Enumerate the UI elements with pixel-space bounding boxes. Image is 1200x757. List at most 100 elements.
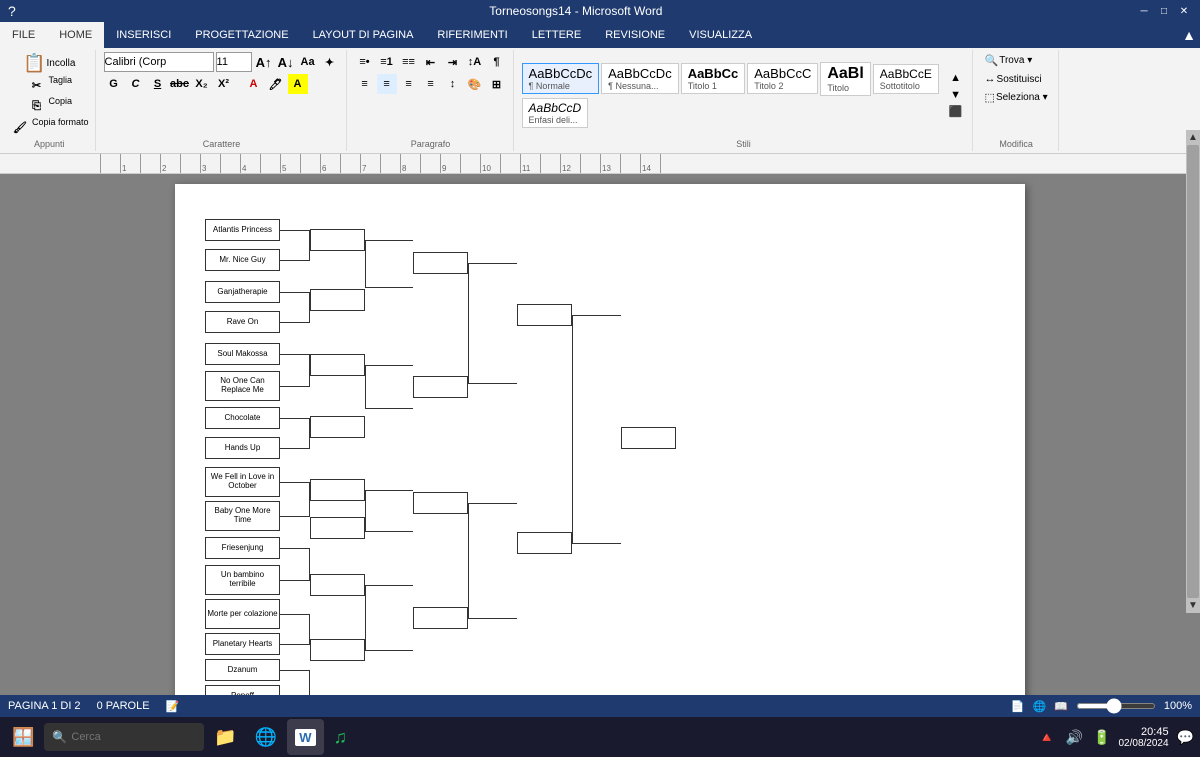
line-r1-12 [280, 580, 310, 581]
font-color-button[interactable]: A [244, 74, 264, 94]
line-r1-v1 [309, 230, 310, 261]
bold-button[interactable]: G [104, 74, 124, 94]
copia-button[interactable]: ⎘ [27, 96, 47, 116]
superscript-button[interactable]: X² [214, 74, 234, 94]
r2-3 [310, 354, 365, 376]
document-page[interactable]: Atlantis Princess Mr. Nice Guy Ganjather… [175, 184, 1025, 695]
shading-button[interactable]: A [288, 74, 308, 94]
proofing-icon[interactable]: 📝 [166, 700, 180, 713]
r3-3 [413, 492, 468, 514]
styles-down-button[interactable]: ▼ [946, 86, 966, 103]
sort-button[interactable]: ↕A [465, 52, 485, 72]
start-button[interactable]: 🪟 [4, 719, 42, 755]
tab-progettazione[interactable]: PROGETTAZIONE [183, 22, 300, 48]
line-r3-h1b [468, 383, 517, 384]
group-modifica-label: Modifica [999, 139, 1033, 149]
view-read-icon[interactable]: 📖 [1054, 700, 1068, 713]
notification-icon[interactable]: 💬 [1175, 727, 1196, 748]
borders-button[interactable]: ⊞ [487, 74, 507, 94]
align-left-button[interactable]: ≡ [355, 74, 375, 94]
style-enfasi[interactable]: AaBbCcD Enfasi deli... [522, 98, 589, 128]
scroll-thumb[interactable] [1187, 174, 1199, 598]
chrome-button[interactable]: 🌐 [247, 719, 285, 755]
style-sottotitolo[interactable]: AaBbCcE Sottotitolo [873, 64, 939, 94]
style-titolo2[interactable]: AaBbCcC Titolo 2 [747, 63, 818, 94]
align-right-button[interactable]: ≡ [399, 74, 419, 94]
battery-icon[interactable]: 🔋 [1091, 727, 1112, 748]
italic-button[interactable]: C [126, 74, 146, 94]
underline-button[interactable]: S [148, 74, 168, 94]
tab-visualizza[interactable]: VISUALIZZA [677, 22, 764, 48]
tab-layout[interactable]: LAYOUT DI PAGINA [301, 22, 426, 48]
word-icon: W [295, 729, 315, 746]
multilevel-button[interactable]: ≡≡ [399, 52, 419, 72]
network-icon[interactable]: 🔺 [1036, 727, 1057, 748]
style-normale[interactable]: AaBbCcDc ¶ Normale [522, 63, 600, 94]
search-input[interactable] [71, 731, 191, 743]
restore-button[interactable]: □ [1156, 4, 1172, 18]
taglia-button[interactable]: ✂ [27, 75, 47, 95]
shading-para-button[interactable]: 🎨 [465, 74, 485, 94]
line-r1-15 [280, 670, 310, 671]
document-area: Atlantis Princess Mr. Nice Guy Ganjather… [0, 174, 1200, 695]
decrease-indent-button[interactable]: ⇤ [421, 52, 441, 72]
style-titolo[interactable]: AaBl Titolo [820, 62, 870, 96]
line-r4-h1a [572, 315, 621, 316]
tab-revisione[interactable]: REVISIONE [593, 22, 677, 48]
line-spacing-button[interactable]: ↕ [443, 74, 463, 94]
style-nessuna[interactable]: AaBbCcDc ¶ Nessuna... [601, 63, 679, 94]
copia-formato-button[interactable]: 🖌 [10, 117, 30, 137]
strikethrough-button[interactable]: abc [170, 74, 190, 94]
tab-file[interactable]: FILE [0, 22, 47, 48]
bullets-button[interactable]: ≡• [355, 52, 375, 72]
r3-4 [413, 607, 468, 629]
view-web-icon[interactable]: 🌐 [1032, 700, 1046, 713]
font-shrink-button[interactable]: A↓ [276, 52, 296, 72]
seleziona-button[interactable]: ⬚ Seleziona ▾ [981, 89, 1052, 106]
tab-lettere[interactable]: LETTERE [520, 22, 594, 48]
line-r1-9 [280, 482, 310, 483]
group-paragrafo-label: Paragrafo [411, 139, 451, 149]
tab-riferimenti[interactable]: RIFERIMENTI [425, 22, 519, 48]
spotify-button[interactable]: ♫ [326, 719, 356, 755]
word-button[interactable]: W [287, 719, 323, 755]
tab-inserisci[interactable]: INSERISCI [104, 22, 183, 48]
font-size-input[interactable] [216, 52, 252, 72]
change-case-button[interactable]: Aa [298, 52, 318, 72]
r3-2 [413, 376, 468, 398]
incolla-button[interactable]: 📋 Incolla [19, 52, 79, 74]
zoom-slider[interactable] [1076, 703, 1156, 709]
search-bar[interactable]: 🔍 [44, 723, 204, 751]
file-explorer-button[interactable]: 📁 [206, 719, 244, 755]
line-r1-v8 [309, 670, 310, 695]
ribbon-collapse-icon[interactable]: ▲ [1182, 27, 1196, 43]
highlight-button[interactable]: 🖊 [266, 74, 286, 94]
styles-up-button[interactable]: ▲ [946, 70, 966, 87]
subscript-button[interactable]: X₂ [192, 74, 212, 94]
scroll-right[interactable]: ▲ ▼ [1186, 174, 1200, 613]
styles-more-button[interactable]: ⬛ [946, 103, 966, 120]
line-r2-v2 [365, 365, 366, 409]
increase-indent-button[interactable]: ⇥ [443, 52, 463, 72]
tab-home[interactable]: HOME [47, 22, 104, 48]
volume-icon[interactable]: 🔊 [1064, 727, 1085, 748]
style-titolo1[interactable]: AaBbCc Titolo 1 [681, 63, 746, 94]
align-center-button[interactable]: ≡ [377, 74, 397, 94]
help-icon[interactable]: ? [8, 3, 16, 19]
sostituisci-button[interactable]: ↔ Sostituisci [981, 71, 1046, 87]
view-print-icon[interactable]: 📄 [1011, 700, 1025, 713]
numbering-button[interactable]: ≡1 [377, 52, 397, 72]
font-name-input[interactable] [104, 52, 214, 72]
minimize-button[interactable]: ─ [1136, 4, 1152, 18]
clock[interactable]: 20:45 02/08/2024 [1119, 726, 1169, 749]
font-grow-button[interactable]: A↑ [254, 52, 274, 72]
justify-button[interactable]: ≡ [421, 74, 441, 94]
ruler-marks: 1 2 3 4 5 6 7 8 9 10 11 12 13 14 [100, 154, 680, 174]
entry-15: Dzanum [205, 659, 280, 681]
scroll-down-arrow[interactable]: ▼ [1188, 600, 1198, 611]
close-button[interactable]: ✕ [1176, 4, 1192, 18]
clear-format-button[interactable]: ✦ [320, 52, 340, 72]
trova-button[interactable]: 🔍 Trova ▾ [981, 52, 1037, 69]
line-r3-h1a [468, 263, 517, 264]
show-marks-button[interactable]: ¶ [487, 52, 507, 72]
